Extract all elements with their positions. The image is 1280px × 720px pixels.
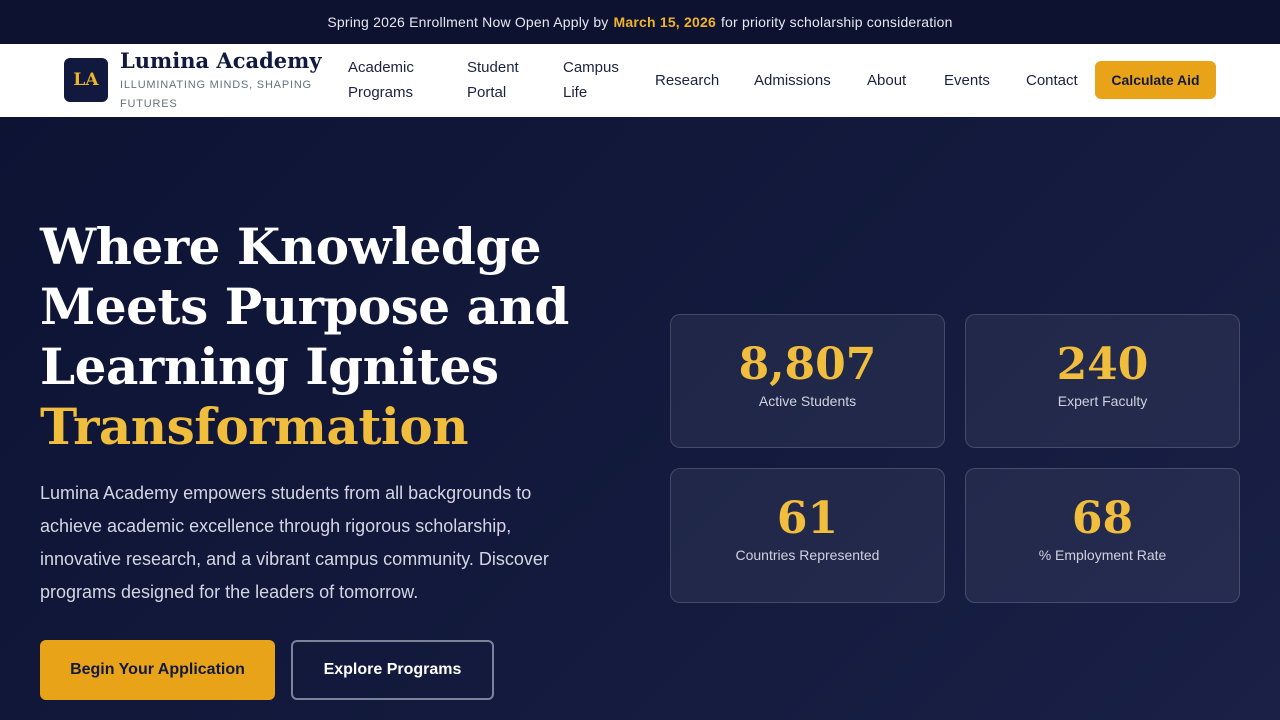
announcement-prefix: Spring 2026 Enrollment Now Open Apply by [327,14,609,30]
stat-card-faculty: 240 Expert Faculty [965,314,1240,448]
nav-events[interactable]: Events [944,68,990,93]
hero-headline-accent: Transformation [40,397,469,456]
hero-description: Lumina Academy empowers students from al… [40,483,549,602]
hero-section: Where Knowledge Meets Purpose and Learni… [0,117,1280,720]
announcement-suffix: for priority scholarship consideration [720,14,953,30]
brand-name[interactable]: Lumina Academy [120,48,322,73]
nav-about[interactable]: About [867,68,906,93]
stat-label: Expert Faculty [1057,393,1148,409]
stat-label: % Employment Rate [1038,547,1167,563]
announcement-bar: Spring 2026 Enrollment Now Open Apply by… [0,0,1280,44]
nav-academic-programs[interactable]: Academic Programs [348,55,438,105]
calculate-aid-button[interactable]: Calculate Aid [1095,61,1216,99]
stat-value: 68 [1071,493,1134,544]
stat-value: 8,807 [738,339,877,390]
explore-programs-button[interactable]: Explore Programs [291,640,494,700]
nav-contact[interactable]: Contact [1026,68,1078,93]
logo-icon[interactable]: LA [64,58,108,102]
brand-tagline: ILLUMINATING MINDS, SHAPING FUTURES [120,79,312,110]
stat-label: Countries Represented [735,547,880,563]
main-navigation: LA Lumina Academy ILLUMINATING MINDS, SH… [0,44,1280,117]
stat-label: Active Students [758,393,857,409]
begin-application-button[interactable]: Begin Your Application [40,640,275,700]
nav-research[interactable]: Research [655,68,719,93]
stat-card-students: 8,807 Active Students [670,314,945,448]
nav-campus-life[interactable]: Campus Life [563,55,625,105]
stat-card-employment: 68 % Employment Rate [965,468,1240,603]
nav-admissions[interactable]: Admissions [754,68,831,93]
hero-headline: Where Knowledge Meets Purpose and Learni… [40,217,640,457]
announcement-deadline: March 15, 2026 [613,14,716,30]
stat-value: 240 [1056,339,1149,390]
stat-value: 61 [776,493,839,544]
nav-student-portal[interactable]: Student Portal [467,55,537,105]
stat-card-countries: 61 Countries Represented [670,468,945,603]
hero-headline-main: Where Knowledge Meets Purpose and Learni… [40,217,569,396]
